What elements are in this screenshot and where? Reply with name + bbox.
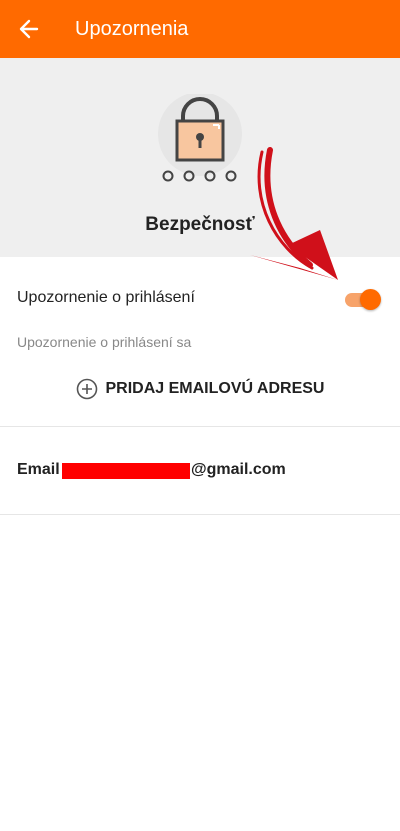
lock-illustration xyxy=(150,92,250,194)
plus-circle-icon xyxy=(76,378,97,400)
arrow-left-icon xyxy=(19,19,39,39)
login-alert-row: Upozornenie o prihlásení xyxy=(0,275,400,323)
annotation-arrow xyxy=(240,140,350,290)
lock-icon xyxy=(158,92,242,182)
add-email-label: PRIDAJ EMAILOVÚ ADRESU xyxy=(105,380,325,397)
page-title: Upozornenia xyxy=(75,18,189,40)
add-email-button[interactable]: PRIDAJ EMAILOVÚ ADRESU xyxy=(0,370,400,408)
divider xyxy=(0,426,400,427)
email-domain: @gmail.com xyxy=(191,461,286,478)
login-alert-description: Upozornenie o prihlásení sa xyxy=(17,334,192,350)
back-button[interactable] xyxy=(0,0,58,58)
email-label: Email xyxy=(17,461,60,478)
email-entry-row[interactable]: Email @gmail.com xyxy=(0,450,400,490)
divider xyxy=(0,514,400,515)
redaction-bar xyxy=(62,463,190,479)
toggle-thumb xyxy=(360,289,381,310)
login-alert-toggle[interactable] xyxy=(342,288,382,310)
app-bar: Upozornenia xyxy=(0,0,400,58)
login-alert-label: Upozornenie o prihlásení xyxy=(17,289,195,306)
curved-arrow-icon xyxy=(250,147,338,280)
